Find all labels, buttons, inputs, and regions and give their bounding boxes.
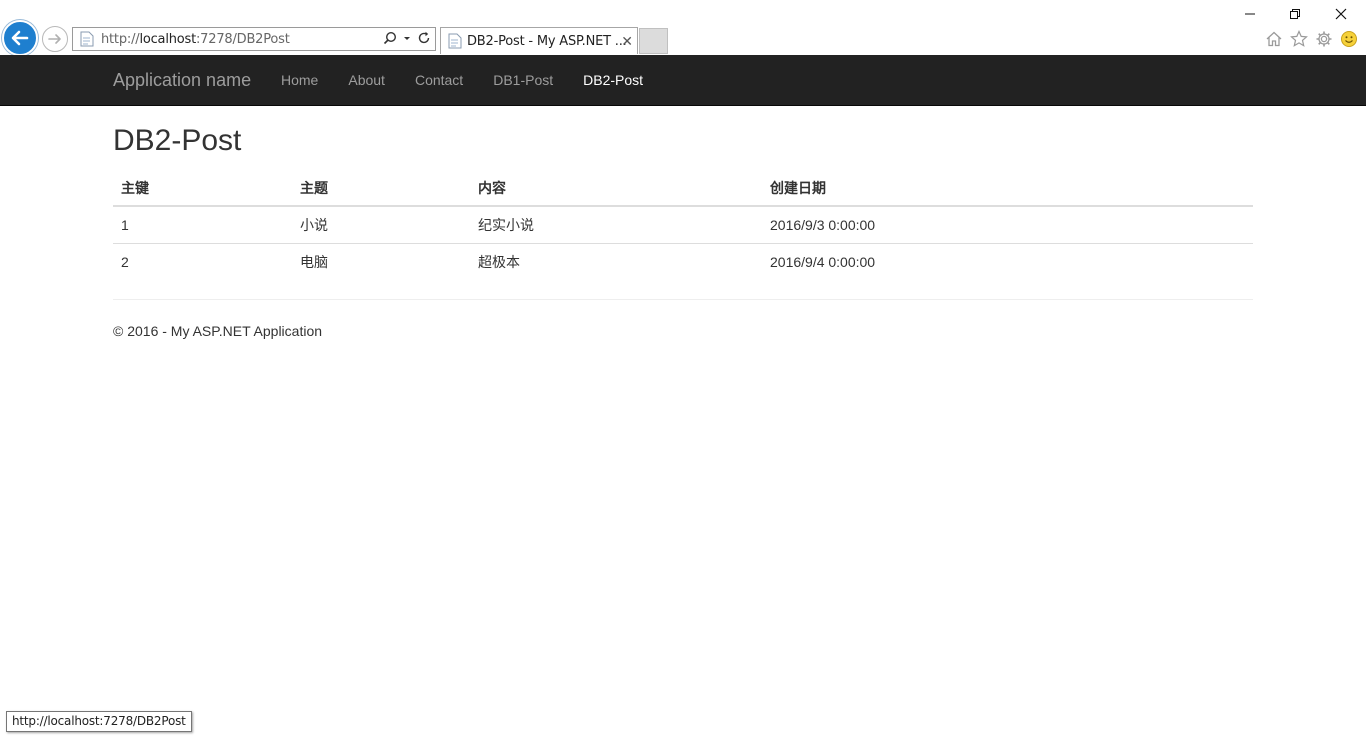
tab-title: DB2-Post - My ASP.NET ... (467, 33, 627, 49)
address-bar[interactable]: http://localhost:7278/DB2Post (72, 27, 436, 51)
table-row: 2 电脑 超极本 2016/9/4 0:00:00 (113, 242, 1253, 280)
search-icon[interactable] (383, 31, 397, 45)
nav-item-about[interactable]: About (333, 55, 400, 105)
window-close-button[interactable] (1331, 6, 1351, 22)
tab-active[interactable]: DB2-Post - My ASP.NET ... ✕ (440, 27, 638, 54)
restore-icon (1290, 9, 1300, 19)
close-icon[interactable]: ✕ (621, 34, 633, 48)
new-tab-button[interactable] (639, 28, 668, 54)
cell-id: 1 (121, 216, 129, 233)
cell-subject: 电脑 (292, 242, 470, 280)
nav-item-home[interactable]: Home (266, 55, 333, 105)
status-url-tooltip: http://localhost:7278/DB2Post (6, 711, 192, 732)
smiley-icon[interactable] (1339, 29, 1358, 48)
nav-item-db1-post[interactable]: DB1-Post (478, 55, 568, 105)
page-icon (79, 31, 95, 47)
gear-icon[interactable] (1314, 29, 1333, 48)
nav-item-contact[interactable]: Contact (400, 55, 478, 105)
forward-arrow-icon (48, 34, 61, 44)
page-icon (447, 33, 463, 49)
cell-created-date: 2016/9/3 0:00:00 (770, 216, 876, 233)
posts-table: 主键 主题 内容 创建日期 1 小说 纪实小说 2016/9/3 0:00:00… (113, 171, 1253, 280)
nav-item-db2-post[interactable]: DB2-Post (568, 55, 658, 105)
minimize-button[interactable] (1240, 6, 1260, 22)
address-scheme: http:// (101, 31, 140, 47)
table-row: 1 小说 纪实小说 2016/9/3 0:00:00 (113, 206, 1253, 243)
home-icon[interactable] (1264, 29, 1283, 48)
cell-content: 纪实小说 (478, 216, 534, 233)
address-url[interactable]: http://localhost:7278/DB2Post (101, 32, 290, 47)
cell-created-date: 2016/9/4 0:00:00 (762, 242, 1253, 280)
column-header-subject: 主题 (292, 171, 470, 207)
footer-text: © 2016 - My ASP.NET Application (113, 323, 323, 339)
footer-divider (113, 299, 1253, 300)
star-icon[interactable] (1289, 29, 1308, 48)
back-button[interactable] (2, 20, 38, 56)
minimize-icon (1245, 13, 1255, 15)
page-title: DB2-Post (113, 124, 242, 157)
back-arrow-icon (11, 30, 29, 46)
restore-button[interactable] (1285, 6, 1305, 22)
column-header-content: 内容 (470, 171, 762, 207)
cell-subject: 小说 (300, 216, 328, 233)
cell-id: 2 (113, 242, 292, 280)
browser-chrome: http://localhost:7278/DB2Post DB2-Post -… (0, 0, 1366, 56)
browser-toolbar (1264, 29, 1358, 48)
app-navbar: Application name Home About Contact DB1-… (0, 55, 1366, 106)
brand-link[interactable]: Application name (113, 70, 251, 91)
forward-button[interactable] (42, 26, 68, 52)
main-content: DB2-Post 主键 主题 内容 创建日期 1 小说 纪实小说 2016/9/… (113, 106, 1253, 339)
refresh-icon[interactable] (417, 31, 431, 45)
nav-menu: Home About Contact DB1-Post DB2-Post (266, 55, 658, 105)
dropdown-icon[interactable] (403, 31, 411, 45)
window-close-icon (1335, 8, 1347, 20)
address-host: localhost (139, 31, 196, 47)
table-header-row: 主键 主题 内容 创建日期 (113, 171, 1253, 207)
address-path: :7278/DB2Post (196, 31, 290, 47)
column-header-created-date: 创建日期 (762, 171, 1253, 207)
cell-content: 超极本 (470, 242, 762, 280)
column-header-id: 主键 (113, 171, 292, 207)
